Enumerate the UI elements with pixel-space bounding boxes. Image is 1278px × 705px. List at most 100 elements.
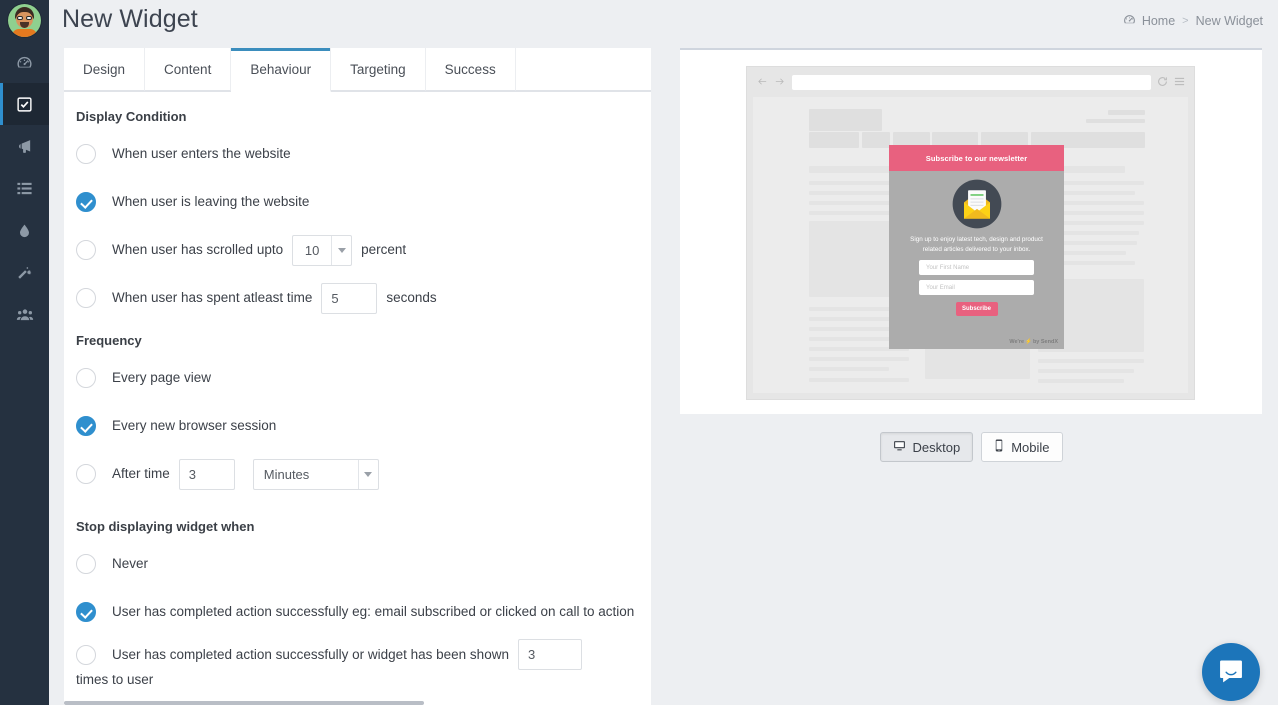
popup-branding-prefix: We're (1009, 339, 1025, 345)
option-label-scrolled-upto: When user has scrolled upto (112, 242, 284, 257)
intercom-messenger-icon (1217, 657, 1245, 688)
popup-first-name-field[interactable]: Your First Name (919, 260, 1034, 275)
section-heading-stop-displaying: Stop displaying widget when (76, 519, 255, 534)
sidebar-item-automation[interactable] (0, 251, 49, 293)
browser-chrome (747, 67, 1194, 97)
radio-leaving-website[interactable] (76, 192, 96, 212)
popup-branding-suffix: by SendX (1032, 339, 1058, 345)
check-square-icon (16, 96, 33, 113)
tab-design[interactable]: Design (64, 48, 146, 91)
radio-scrolled-upto[interactable] (76, 240, 96, 260)
tab-behaviour[interactable]: Behaviour (231, 48, 332, 92)
browser-page-content: Subscribe to our newsletter Sign up to e… (753, 97, 1188, 393)
option-suffix-seconds: seconds (386, 290, 437, 305)
sidebar-item-lists[interactable] (0, 167, 49, 209)
megaphone-icon (16, 138, 33, 155)
dashboard-icon (1123, 13, 1136, 29)
option-row-every-page-view: Every page view (76, 357, 635, 399)
browser-chrome-icons (1157, 75, 1185, 90)
mobile-preview-button[interactable]: Mobile (981, 432, 1063, 462)
radio-completed-or-shown[interactable] (76, 644, 96, 665)
option-label-after-time: After time (112, 466, 170, 481)
option-row-scrolled-upto: When user has scrolled upto 10 percent (76, 229, 635, 271)
radio-completed-action[interactable] (76, 602, 96, 622)
option-label-completed-action: User has completed action successfully e… (112, 604, 635, 619)
breadcrumb-current: New Widget (1195, 14, 1263, 28)
top-header: New Widget Home > New Widget (49, 0, 1278, 41)
section-heading-display-condition: Display Condition (76, 109, 187, 124)
option-label-every-page-view: Every page view (112, 370, 212, 385)
sidebar-item-campaigns[interactable] (0, 125, 49, 167)
sidebar-item-dashboard[interactable] (0, 41, 49, 83)
tab-content[interactable]: Content (145, 48, 232, 91)
popup-subscribe-button[interactable]: Subscribe (955, 302, 998, 316)
sidebar-item-contacts[interactable] (0, 293, 49, 335)
option-suffix-times-to-user: times to user (76, 672, 154, 687)
tab-targeting[interactable]: Targeting (331, 48, 426, 91)
option-row-enters-website: When user enters the website (76, 133, 635, 175)
desktop-preview-button[interactable]: Desktop (879, 432, 974, 462)
desktop-preview-label: Desktop (912, 439, 961, 455)
bolt-icon: ⚡ (1025, 339, 1032, 345)
reload-icon[interactable] (1157, 75, 1168, 90)
chevron-down-icon (331, 235, 351, 265)
option-row-never: Never (76, 543, 635, 585)
option-row-after-time: After time Minutes (76, 453, 635, 495)
newsletter-popup-preview: Subscribe to our newsletter Sign up to e… (889, 145, 1064, 349)
desktop-icon (893, 439, 906, 455)
chevron-down-icon (357, 459, 378, 489)
arrow-right-icon[interactable] (773, 75, 786, 90)
envelope-mail-icon (951, 178, 1003, 230)
list-icon (16, 180, 33, 197)
widget-preview-panel: Subscribe to our newsletter Sign up to e… (680, 48, 1262, 414)
hamburger-menu-icon[interactable] (1174, 75, 1185, 90)
arrow-left-icon[interactable] (756, 75, 769, 90)
after-time-value-input[interactable] (178, 458, 235, 490)
radio-every-page-view[interactable] (76, 368, 96, 388)
users-icon (16, 306, 34, 323)
option-row-spent-time: When user has spent atleast time seconds (76, 277, 635, 319)
popup-title: Subscribe to our newsletter (889, 145, 1064, 171)
breadcrumb-separator: > (1182, 15, 1189, 27)
droplet-icon (17, 222, 32, 239)
radio-spent-time[interactable] (76, 288, 96, 308)
sidebar-item-drip[interactable] (0, 209, 49, 251)
option-suffix-percent: percent (361, 242, 407, 257)
browser-url-bar[interactable] (792, 74, 1151, 90)
radio-enters-website[interactable] (76, 144, 96, 164)
after-time-unit-value: Minutes (263, 466, 310, 482)
option-label-new-browser-session: Every new browser session (112, 418, 277, 433)
sidebar-rail (0, 0, 49, 705)
radio-new-browser-session[interactable] (76, 416, 96, 436)
popup-description: Sign up to enjoy latest tech, design and… (910, 236, 1043, 253)
shown-times-input[interactable] (517, 639, 582, 670)
intercom-messenger-button[interactable] (1202, 643, 1260, 701)
option-row-leaving-website: When user is leaving the website (76, 181, 635, 223)
avatar[interactable] (0, 0, 49, 41)
option-row-completed-or-shown: User has completed action successfully o… (76, 639, 635, 690)
popup-branding-footer: We're ⚡ by SendX (1009, 339, 1058, 345)
tab-success[interactable]: Success (425, 48, 516, 91)
scroll-percent-value: 10 (304, 242, 320, 258)
behaviour-form: Display Condition When user enters the w… (64, 92, 651, 690)
scroll-percent-select[interactable]: 10 (292, 234, 353, 266)
popup-email-field[interactable]: Your Email (919, 280, 1034, 295)
radio-after-time[interactable] (76, 464, 96, 484)
option-label-spent-time: When user has spent atleast time (112, 290, 313, 305)
spent-time-seconds-input[interactable] (321, 282, 378, 314)
breadcrumb-home-link[interactable]: Home (1123, 13, 1175, 29)
sidebar-item-widgets[interactable] (0, 83, 49, 125)
breadcrumb: Home > New Widget (1123, 13, 1263, 29)
horizontal-scrollbar[interactable] (64, 701, 424, 705)
breadcrumb-home-label: Home (1141, 14, 1176, 28)
option-row-completed-action: User has completed action successfully e… (76, 591, 635, 633)
magic-wand-icon (16, 264, 33, 281)
tab-bar: Design Content Behaviour Targeting Succe… (64, 48, 651, 92)
radio-never[interactable] (76, 554, 96, 574)
device-toggle-group: Desktop Mobile (680, 432, 1262, 462)
option-label-never: Never (112, 556, 149, 571)
after-time-unit-select[interactable]: Minutes (252, 458, 379, 490)
mobile-icon (994, 439, 1004, 455)
dashboard-icon (16, 54, 33, 71)
option-label-leaving-website: When user is leaving the website (112, 194, 310, 209)
